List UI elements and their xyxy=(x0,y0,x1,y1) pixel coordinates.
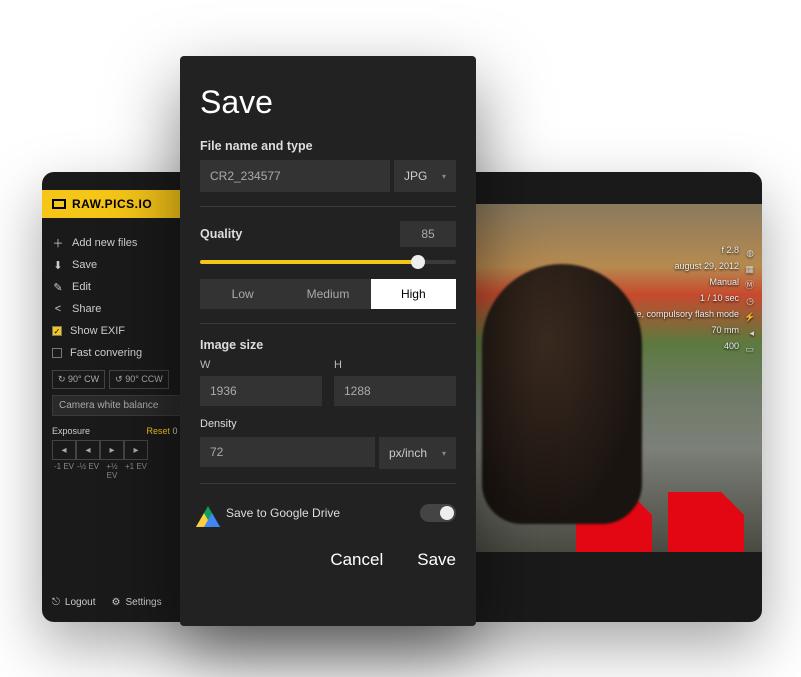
divider xyxy=(200,323,456,324)
flash-icon: ⚡ xyxy=(744,309,754,319)
density-input[interactable] xyxy=(200,437,375,467)
height-label: H xyxy=(334,359,456,371)
clock-icon: ◷ xyxy=(744,293,754,303)
iso-icon: ▭ xyxy=(744,341,754,351)
cancel-button[interactable]: Cancel xyxy=(330,550,383,570)
logo: RAW.PICS.IO xyxy=(42,190,184,218)
exposure-label: Exposure xyxy=(52,426,90,436)
filename-input[interactable] xyxy=(200,160,390,192)
imagesize-label: Image size xyxy=(200,338,456,352)
download-icon: ⬇ xyxy=(52,259,64,272)
exif-overlay: f 2.8◍ august 29, 2012▦ ManualⓂ 1 / 10 s… xyxy=(575,242,754,354)
filename-label: File name and type xyxy=(200,139,456,153)
sidebar-edit[interactable]: ✎Edit xyxy=(52,276,192,298)
quality-label: Quality xyxy=(200,227,242,241)
pdf-badge: PDF xyxy=(576,492,652,552)
preset-high[interactable]: High xyxy=(371,279,456,309)
chevron-down-icon: ▾ xyxy=(442,449,446,458)
footer: ⎋Logout ⚙Settings xyxy=(52,597,162,608)
preset-low[interactable]: Low xyxy=(200,279,285,309)
sidebar-add-files[interactable]: ＋Add new files xyxy=(52,232,192,254)
ev-plus-half[interactable]: ▸ xyxy=(100,440,124,460)
rotate-ccw-button[interactable]: ↺ 90° CCW xyxy=(109,370,169,389)
checkbox-icon xyxy=(52,348,62,358)
divider xyxy=(200,206,456,207)
quality-slider[interactable] xyxy=(200,255,456,269)
chevron-down-icon: ▾ xyxy=(442,172,446,181)
sidebar-share[interactable]: <Share xyxy=(52,298,192,320)
sidebar-fast-converting[interactable]: Fast convering xyxy=(52,342,192,364)
density-unit-select[interactable]: px/inch▾ xyxy=(379,437,456,469)
sidebar-save[interactable]: ⬇Save▾ xyxy=(52,254,192,276)
density-label: Density xyxy=(200,418,456,430)
sidebar: ＋Add new files ⬇Save▾ ✎Edit <Share ✓Show… xyxy=(52,232,192,480)
filetype-select[interactable]: JPG▾ xyxy=(394,160,456,192)
sidebar-show-exif[interactable]: ✓Show EXIF xyxy=(52,320,192,342)
ev-minus-half[interactable]: ◂ xyxy=(76,440,100,460)
gear-icon: ⚙ xyxy=(112,597,121,608)
checkbox-checked-icon: ✓ xyxy=(52,326,62,336)
save-dialog: Save File name and type JPG▾ Quality 85 … xyxy=(180,56,476,626)
slider-knob[interactable] xyxy=(411,255,425,269)
focal-icon: ◂ xyxy=(744,325,754,335)
share-icon: < xyxy=(52,303,64,315)
exposure-reset[interactable]: Reset xyxy=(146,426,170,436)
settings-button[interactable]: ⚙Settings xyxy=(112,597,162,608)
divider xyxy=(200,483,456,484)
rotate-cw-button[interactable]: ↻ 90° CW xyxy=(52,370,105,389)
logout-icon: ⎋ xyxy=(52,597,60,608)
aperture-icon: ◍ xyxy=(744,245,754,255)
gdrive-toggle[interactable] xyxy=(420,504,456,522)
white-balance-select[interactable]: Camera white balance xyxy=(52,395,184,416)
logout-button[interactable]: ⎋Logout xyxy=(52,597,96,608)
gdrive-label: Save to Google Drive xyxy=(226,506,340,520)
width-input[interactable] xyxy=(200,376,322,406)
width-label: W xyxy=(200,359,322,371)
pencil-icon: ✎ xyxy=(52,281,64,294)
quality-presets: Low Medium High xyxy=(200,279,456,309)
jpg-badge: JPG xyxy=(668,492,744,552)
mode-icon: Ⓜ xyxy=(744,277,754,287)
ev-minus-1[interactable]: ◂ xyxy=(52,440,76,460)
dialog-title: Save xyxy=(200,84,456,121)
ev-plus-1[interactable]: ▸ xyxy=(124,440,148,460)
google-drive-icon xyxy=(200,506,216,520)
calendar-icon: ▦ xyxy=(744,261,754,271)
height-input[interactable] xyxy=(334,376,456,406)
plus-icon: ＋ xyxy=(52,235,64,251)
quality-value[interactable]: 85 xyxy=(400,221,456,247)
save-button[interactable]: Save xyxy=(417,550,456,570)
preset-medium[interactable]: Medium xyxy=(285,279,370,309)
